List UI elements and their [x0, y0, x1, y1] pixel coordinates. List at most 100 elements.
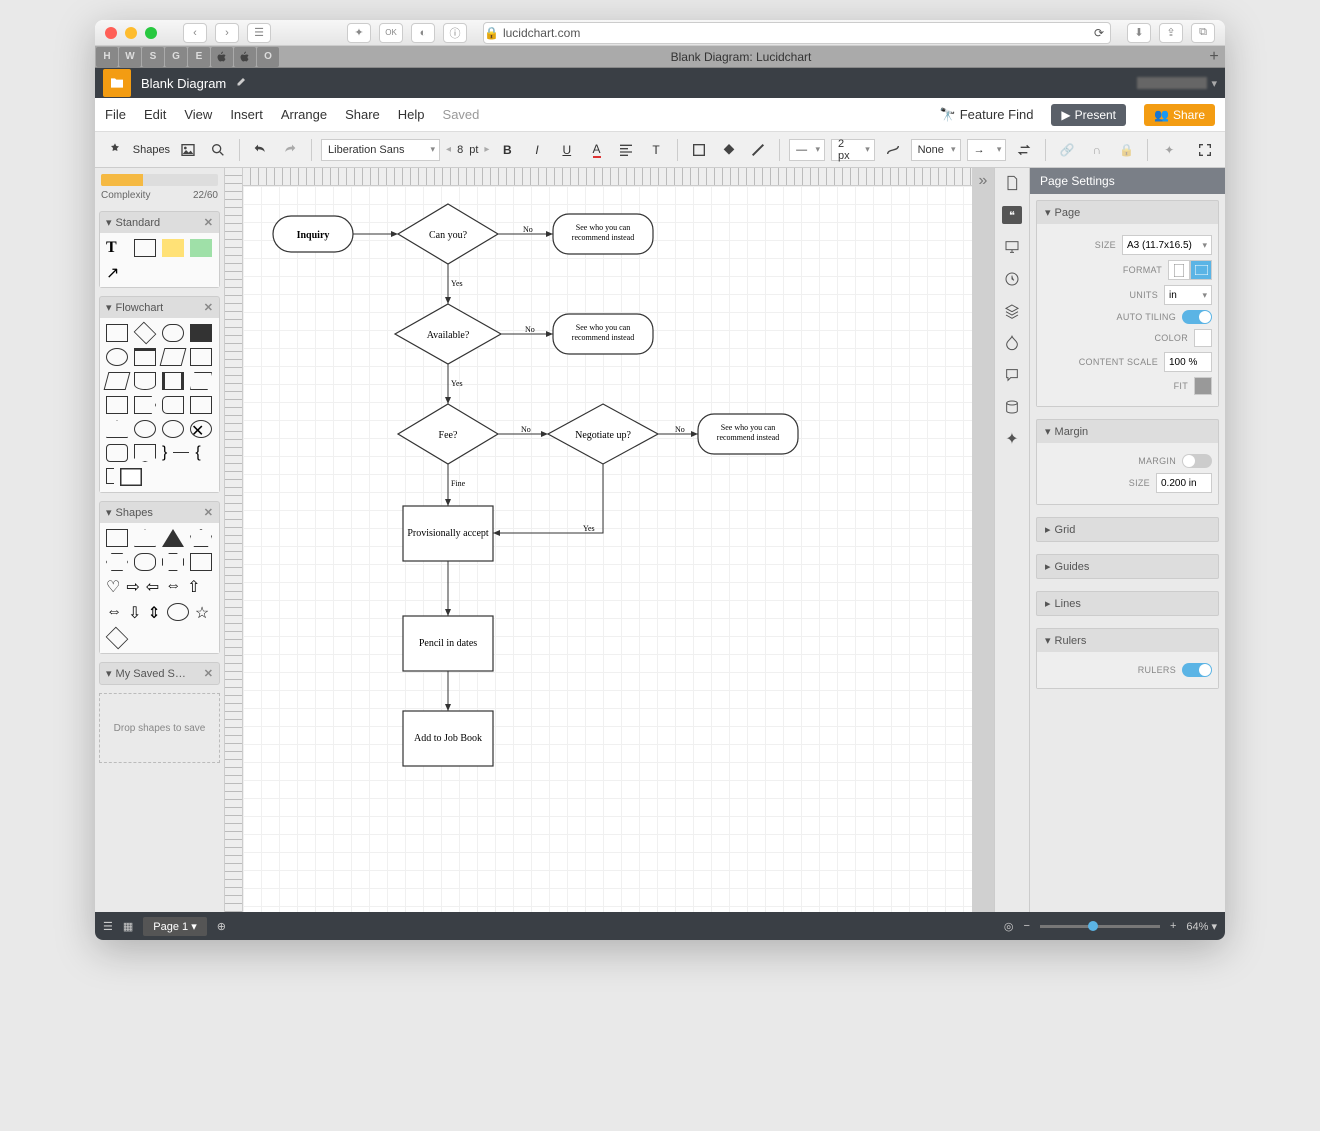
shape-fc-7[interactable]: [160, 348, 187, 366]
new-tab[interactable]: +: [1203, 48, 1225, 66]
share-button[interactable]: 👥Share: [1144, 104, 1215, 126]
mac-close[interactable]: [105, 27, 117, 39]
shape-arrow-line[interactable]: ↗: [106, 263, 128, 281]
shapes-panel-toggle[interactable]: [103, 138, 127, 162]
zoom-out-icon[interactable]: −: [1024, 920, 1030, 932]
wand-icon[interactable]: ✦: [1157, 138, 1181, 162]
lock-icon[interactable]: 🔒: [1115, 138, 1139, 162]
shape-green[interactable]: [190, 239, 212, 257]
section-grid-header[interactable]: ▸ Grid: [1037, 518, 1218, 541]
comment-icon[interactable]: [1003, 366, 1021, 384]
close-icon[interactable]: ✕: [204, 667, 213, 680]
shape-s-tri[interactable]: [134, 529, 156, 547]
shape-s-arrd[interactable]: ⇩: [128, 603, 141, 623]
section-lines-header[interactable]: ▸ Lines: [1037, 592, 1218, 615]
shape-s-heart[interactable]: ♡: [106, 577, 120, 597]
present-icon[interactable]: [1003, 238, 1021, 256]
fit-button[interactable]: [1194, 377, 1212, 395]
shape-fc-13[interactable]: [106, 396, 128, 414]
menu-arrange[interactable]: Arrange: [281, 107, 327, 122]
shape-fc-27[interactable]: [120, 468, 142, 486]
margin-toggle[interactable]: [1182, 454, 1212, 468]
font-select[interactable]: Liberation Sans: [321, 139, 440, 161]
right-panel-collapse[interactable]: »: [972, 168, 994, 912]
shape-fc-12[interactable]: [190, 372, 212, 390]
nav-fwd[interactable]: ›: [215, 23, 239, 43]
shape-fc-2[interactable]: [134, 322, 157, 345]
saved-shapes-drop[interactable]: Drop shapes to save: [99, 693, 220, 763]
close-icon[interactable]: ✕: [204, 506, 213, 519]
section-page-header[interactable]: ▾ Page: [1037, 201, 1218, 224]
group-saved-header[interactable]: ▾ My Saved S…✕: [100, 663, 219, 684]
shape-fc-1[interactable]: [106, 324, 128, 342]
search-icon[interactable]: [206, 138, 230, 162]
list-view-icon[interactable]: ☰: [103, 920, 113, 933]
ext-2[interactable]: OK: [379, 23, 403, 43]
arrow-start-select[interactable]: None: [911, 139, 961, 161]
line-color-icon[interactable]: [746, 138, 770, 162]
page-color[interactable]: [1194, 329, 1212, 347]
units-select[interactable]: in: [1164, 285, 1212, 305]
shape-s-pent[interactable]: [190, 529, 212, 547]
target-icon[interactable]: ◎: [1004, 920, 1014, 933]
fav-o[interactable]: O: [257, 47, 279, 67]
shape-fc-25[interactable]: {: [195, 444, 200, 462]
orientation-segment[interactable]: [1168, 260, 1212, 280]
menu-help[interactable]: Help: [398, 107, 425, 122]
theme-icon[interactable]: [1003, 334, 1021, 352]
shape-s-oct[interactable]: [134, 553, 156, 571]
magic-icon[interactable]: ✦: [1003, 430, 1021, 448]
shape-s-arrl[interactable]: ⇦: [146, 577, 159, 597]
shape-s-arru[interactable]: ⇧: [187, 577, 200, 597]
section-margin-header[interactable]: ▾ Margin: [1037, 420, 1218, 443]
history-icon[interactable]: [1003, 270, 1021, 288]
shape-fc-4[interactable]: [190, 324, 212, 342]
shape-fc-9[interactable]: [104, 372, 131, 390]
user-menu-chevron[interactable]: ▾: [1211, 77, 1217, 90]
shape-fc-24[interactable]: [173, 452, 189, 462]
arrow-end-select[interactable]: →: [967, 139, 1007, 161]
font-size[interactable]: 8: [457, 144, 463, 156]
shape-s-star[interactable]: ☆: [195, 603, 209, 623]
nav-back[interactable]: ‹: [183, 23, 207, 43]
rename-icon[interactable]: [236, 74, 248, 92]
shape-s-diamond[interactable]: [106, 627, 129, 650]
shape-fc-18[interactable]: [134, 420, 156, 438]
fullscreen-icon[interactable]: [1193, 138, 1217, 162]
add-page-icon[interactable]: ⊕: [217, 920, 226, 933]
zoom-in-icon[interactable]: +: [1170, 920, 1176, 932]
mac-max[interactable]: [145, 27, 157, 39]
fav-e[interactable]: E: [188, 47, 210, 67]
menu-file[interactable]: File: [105, 107, 126, 122]
line-width-select[interactable]: 2 px: [831, 139, 875, 161]
quote-icon[interactable]: ❝: [1002, 206, 1022, 224]
page-icon[interactable]: [1003, 174, 1021, 192]
group-shapes-header[interactable]: ▾ Shapes✕: [100, 502, 219, 523]
portrait-btn[interactable]: [1168, 260, 1190, 280]
swap-icon[interactable]: [1012, 138, 1036, 162]
share-icon[interactable]: ⇪: [1159, 23, 1183, 43]
shape-fc-11[interactable]: [162, 372, 184, 390]
shape-s-7[interactable]: [190, 553, 212, 571]
section-rulers-header[interactable]: ▾ Rulers: [1037, 629, 1218, 652]
section-guides-header[interactable]: ▸ Guides: [1037, 555, 1218, 578]
fav-h[interactable]: H: [96, 47, 118, 67]
margin-size-input[interactable]: [1156, 473, 1212, 493]
border-icon[interactable]: [687, 138, 711, 162]
shape-fc-22[interactable]: [134, 444, 156, 462]
url-bar[interactable]: 🔒 lucidchart.com ⟳: [483, 22, 1111, 44]
shape-fc-16[interactable]: [190, 396, 212, 414]
fav-apple-2[interactable]: [234, 47, 256, 67]
grid-view-icon[interactable]: ▦: [123, 920, 133, 933]
ext-4[interactable]: ⓘ: [443, 23, 467, 43]
doc-name[interactable]: Blank Diagram: [141, 76, 226, 91]
tabs-icon[interactable]: ⧉: [1191, 23, 1215, 43]
text-vert-icon[interactable]: T: [644, 138, 668, 162]
italic-icon[interactable]: I: [525, 138, 549, 162]
shape-fc-21[interactable]: [106, 444, 128, 462]
fill-icon[interactable]: [717, 138, 741, 162]
shape-fc-3[interactable]: [162, 324, 184, 342]
page-size-select[interactable]: A3 (11.7x16.5): [1122, 235, 1212, 255]
present-button[interactable]: ▶Present: [1051, 104, 1126, 126]
line-style-select[interactable]: —: [789, 139, 825, 161]
